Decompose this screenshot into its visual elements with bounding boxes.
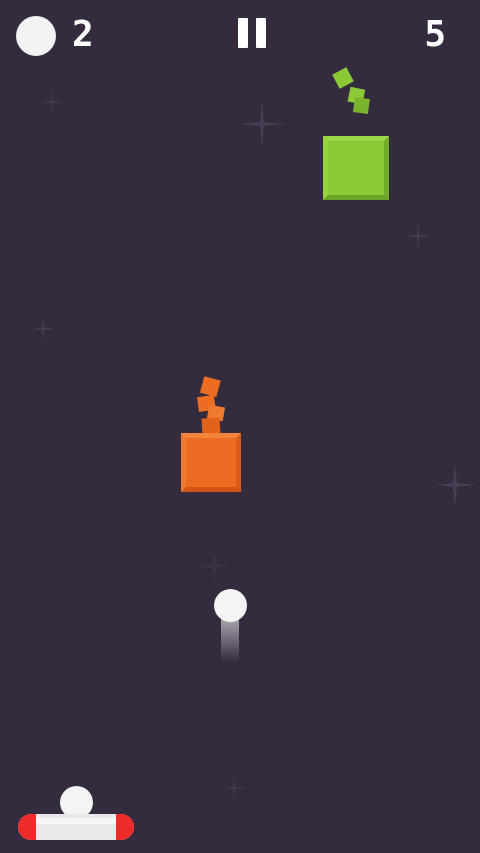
orange-block [181,433,241,492]
sparkle-icon [31,317,55,341]
paddle[interactable] [18,814,134,840]
balls-remaining-count: 2 [72,14,95,55]
sparkle-icon [405,223,431,249]
paddle-right-cap [116,814,134,840]
orange-block-debris [190,374,236,438]
sparkle-icon [197,549,231,583]
score-counter: 5 [424,14,446,55]
paddle-highlight [36,818,116,824]
paddle-left-cap [18,814,36,840]
ball-icon [16,16,56,56]
green-block [323,136,389,200]
game-stage[interactable]: 2 5 [0,0,480,853]
sparkle-icon [223,777,245,799]
sparkle-icon [433,463,477,507]
ball [214,589,247,622]
pause-button[interactable] [234,14,270,50]
sparkle-icon [39,89,65,115]
sparkle-icon [240,102,284,146]
green-block-debris [330,64,380,124]
